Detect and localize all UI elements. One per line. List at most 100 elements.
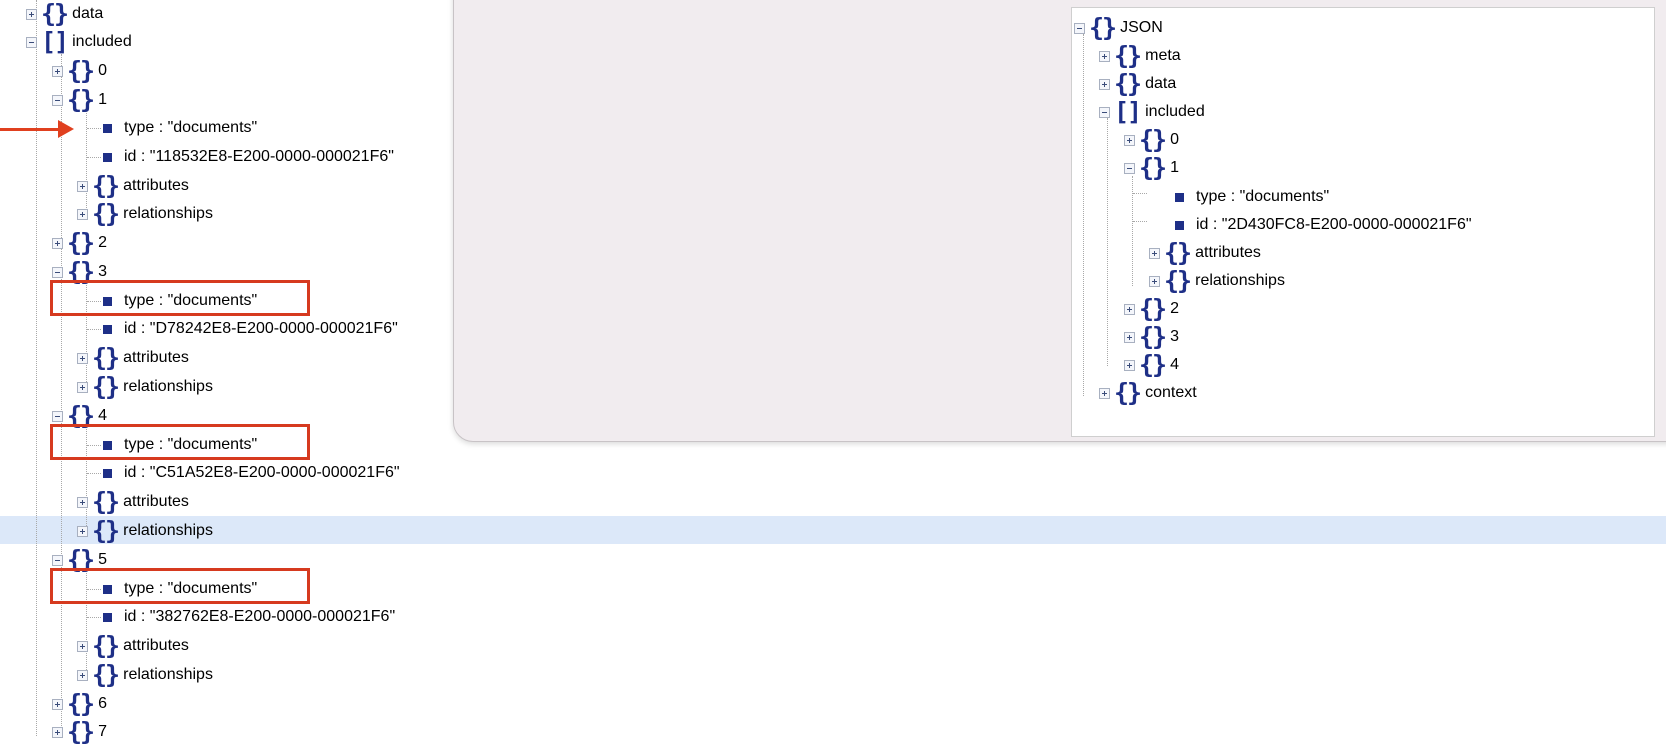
leaf-label: id : "382762E8-E200-0000-000021F6" [124, 608, 396, 625]
tree-node-relationships-selected[interactable]: {} relationships [77, 517, 213, 545]
tree-node-item-2[interactable]: {} 2 [52, 229, 107, 257]
expand-icon[interactable] [1149, 247, 1160, 259]
tree-node-data[interactable]: {} data [1099, 70, 1176, 98]
leaf-icon [103, 152, 112, 162]
collapse-icon[interactable] [52, 266, 63, 278]
object-icon: {} [1139, 293, 1167, 323]
expand-icon[interactable] [77, 669, 88, 681]
array-icon: [] [41, 26, 69, 56]
tree-node-item-7[interactable]: {} 7 [52, 718, 107, 746]
object-icon: {} [67, 55, 95, 85]
node-label: 4 [1170, 356, 1180, 373]
collapse-icon[interactable] [26, 36, 37, 48]
expand-icon[interactable] [77, 381, 88, 393]
expand-icon[interactable] [1124, 134, 1135, 146]
tree-leaf-type[interactable]: type : "documents" [1175, 183, 1329, 211]
highlight-box [50, 568, 310, 604]
expand-icon[interactable] [52, 237, 63, 249]
tree-node-relationships[interactable]: {} relationships [77, 661, 213, 689]
expand-icon[interactable] [1124, 303, 1135, 315]
tree-connector [87, 473, 101, 474]
tree-node-relationships[interactable]: {} relationships [1149, 267, 1285, 295]
tree-node-item-0[interactable]: {} 0 [1124, 126, 1179, 154]
node-label: included [72, 33, 132, 50]
expand-icon[interactable] [77, 640, 88, 652]
collapse-icon[interactable] [52, 94, 63, 106]
tree-node-attributes[interactable]: {} attributes [77, 488, 189, 516]
array-icon: [] [1114, 96, 1142, 126]
expand-icon[interactable] [52, 698, 63, 710]
expand-icon[interactable] [77, 496, 88, 508]
object-icon: {} [92, 371, 120, 401]
object-icon: {} [92, 486, 120, 516]
expand-icon[interactable] [1149, 275, 1160, 287]
node-label: attributes [123, 637, 189, 654]
node-label: 6 [98, 695, 108, 712]
tree-node-relationships[interactable]: {} relationships [77, 200, 213, 228]
expand-icon[interactable] [26, 8, 37, 20]
expand-icon[interactable] [77, 180, 88, 192]
right-json-tree-panel: {} JSON {} meta {} data [] included {} 0… [1071, 7, 1655, 437]
node-label: JSON [1120, 19, 1163, 36]
collapse-icon[interactable] [52, 410, 63, 422]
tree-leaf-id[interactable]: id : "382762E8-E200-0000-000021F6" [103, 603, 395, 631]
expand-icon[interactable] [52, 65, 63, 77]
tree-leaf-id[interactable]: id : "D78242E8-E200-0000-000021F6" [103, 315, 398, 343]
tree-node-relationships[interactable]: {} relationships [77, 373, 213, 401]
tree-node-item-3[interactable]: {} 3 [1124, 323, 1179, 351]
node-label: 3 [1170, 328, 1180, 345]
collapse-icon[interactable] [1099, 106, 1110, 118]
tree-node-attributes[interactable]: {} attributes [1149, 239, 1261, 267]
tree-leaf-id[interactable]: id : "C51A52E8-E200-0000-000021F6" [103, 459, 400, 487]
tree-node-item-2[interactable]: {} 2 [1124, 295, 1179, 323]
tree-node-attributes[interactable]: {} attributes [77, 344, 189, 372]
tree-node-meta[interactable]: {} meta [1099, 42, 1181, 70]
tree-node-included[interactable]: [] included [1099, 98, 1205, 126]
expand-icon[interactable] [77, 352, 88, 364]
tree-node-attributes[interactable]: {} attributes [77, 172, 189, 200]
node-label: relationships [123, 522, 213, 539]
expand-icon[interactable] [77, 208, 88, 220]
tree-leaf-id[interactable]: id : "2D430FC8-E200-0000-000021F6" [1175, 211, 1472, 239]
node-label: attributes [123, 349, 189, 366]
collapse-icon[interactable] [52, 554, 63, 566]
leaf-label: id : "118532E8-E200-0000-000021F6" [124, 148, 394, 165]
tree-node-item-1[interactable]: {} 1 [1124, 154, 1179, 182]
tree-guide-line [61, 54, 62, 736]
node-label: relationships [123, 378, 213, 395]
object-icon: {} [1164, 237, 1192, 267]
node-label: 2 [1170, 300, 1180, 317]
object-icon: {} [67, 84, 95, 114]
expand-icon[interactable] [77, 525, 88, 537]
expand-icon[interactable] [1099, 78, 1110, 90]
object-icon: {} [1114, 68, 1142, 98]
tree-node-context[interactable]: {} context [1099, 379, 1197, 407]
object-icon: {} [1139, 321, 1167, 351]
object-icon: {} [67, 688, 95, 718]
collapse-icon[interactable] [1124, 162, 1135, 174]
tree-leaf-type[interactable]: type : "documents" [103, 114, 257, 142]
object-icon: {} [92, 630, 120, 660]
node-label: context [1145, 384, 1197, 401]
tree-node-item-1[interactable]: {} 1 [52, 86, 107, 114]
collapse-icon[interactable] [1074, 22, 1085, 34]
tree-node-item-4[interactable]: {} 4 [1124, 351, 1179, 379]
object-icon: {} [41, 0, 69, 28]
node-label: 5 [98, 551, 108, 568]
object-icon: {} [1089, 12, 1117, 42]
tree-node-data[interactable]: {} data [26, 0, 103, 28]
leaf-icon [103, 612, 112, 622]
node-label: 3 [98, 263, 108, 280]
object-icon: {} [1139, 349, 1167, 379]
tree-node-root[interactable]: {} JSON [1074, 14, 1163, 42]
expand-icon[interactable] [1124, 331, 1135, 343]
tree-leaf-id[interactable]: id : "118532E8-E200-0000-000021F6" [103, 143, 394, 171]
tree-node-attributes[interactable]: {} attributes [77, 632, 189, 660]
expand-icon[interactable] [1099, 387, 1110, 399]
tree-node-item-6[interactable]: {} 6 [52, 690, 107, 718]
expand-icon[interactable] [1099, 50, 1110, 62]
object-icon: {} [1114, 377, 1142, 407]
tree-node-item-0[interactable]: {} 0 [52, 57, 107, 85]
expand-icon[interactable] [1124, 359, 1135, 371]
tree-node-included[interactable]: [] included [26, 28, 132, 56]
